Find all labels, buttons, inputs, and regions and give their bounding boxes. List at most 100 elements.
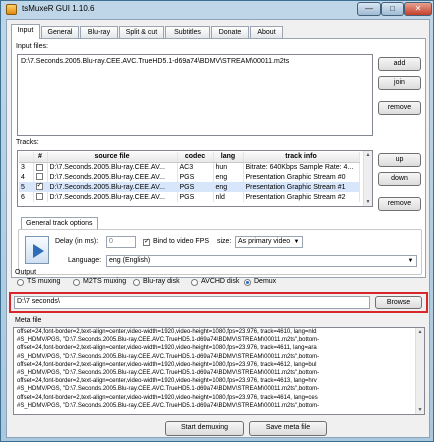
track-codec: AC3	[177, 162, 214, 172]
app-window: tsMuxeR GUI 1.10.6 — □ ✕ Input General B…	[0, 0, 434, 442]
row-number: 5	[19, 182, 34, 192]
output-path-input[interactable]: D:\7 seconds\	[14, 296, 370, 309]
radio-ts-muxing-label[interactable]: TS muxing	[27, 278, 60, 285]
meta-line: offset=24,font-border=2,text-align=cente…	[17, 361, 317, 368]
main-panel: Input General Blu-ray Split & cut Subtit…	[6, 19, 430, 438]
track-info: Bitrate: 640Kbps Sample Rate: 4...	[243, 162, 360, 172]
radio-m2ts-muxing-label[interactable]: M2TS muxing	[83, 278, 126, 285]
language-select[interactable]: eng (English) ▼	[106, 255, 417, 267]
track-codec: PGS	[177, 192, 214, 202]
track-up-button[interactable]: up	[378, 153, 421, 167]
tracks-table[interactable]: # source file codec lang track info 3 D:…	[17, 150, 373, 207]
bind-fps-checkbox[interactable]	[143, 237, 150, 246]
track-checkbox-cell[interactable]	[33, 162, 48, 172]
table-row[interactable]: 4 D:\7.Seconds.2005.Blu-ray.CEE.AV... PG…	[19, 172, 360, 182]
track-source: D:\7.Seconds.2005.Blu-ray.CEE.AV...	[47, 182, 178, 192]
meta-line: offset=24,font-border=2,text-align=cente…	[17, 345, 317, 352]
tab-input[interactable]: Input	[11, 24, 40, 39]
track-checkbox[interactable]	[35, 163, 43, 171]
radio-demux-label[interactable]: Demux	[254, 278, 276, 285]
tab-blu-ray[interactable]: Blu-ray	[80, 26, 118, 38]
remove-file-button[interactable]: remove	[378, 101, 421, 115]
meta-file-label: Meta file	[15, 317, 42, 324]
title-bar[interactable]: tsMuxeR GUI 1.10.6 — □ ✕	[1, 1, 433, 18]
track-info: Presentation Graphic Stream #2	[243, 192, 360, 202]
join-file-button[interactable]: join	[378, 76, 421, 90]
delay-label: Delay (in ms):	[55, 238, 99, 245]
scroll-up-arrow-icon[interactable]: ▲	[416, 328, 424, 336]
track-down-button[interactable]: down	[378, 172, 421, 186]
track-checkbox-checked[interactable]	[35, 182, 43, 191]
chevron-down-icon: ▼	[407, 258, 414, 264]
tracks-header-row: # source file codec lang track info	[19, 152, 360, 163]
track-checkbox[interactable]	[35, 193, 43, 201]
tab-subtitles[interactable]: Subtitles	[165, 26, 210, 38]
meta-line: #S_HDMV/PGS, "D:\7.Seconds.2005.Blu-ray.…	[17, 353, 320, 360]
delay-input[interactable]: 0	[106, 236, 136, 248]
track-source: D:\7.Seconds.2005.Blu-ray.CEE.AV...	[47, 192, 178, 202]
track-checkbox-cell[interactable]	[33, 192, 48, 202]
scroll-up-arrow-icon[interactable]: ▲	[364, 151, 372, 159]
track-checkbox[interactable]	[35, 173, 43, 181]
track-info: Presentation Graphic Stream #0	[243, 172, 360, 182]
close-button[interactable]: ✕	[404, 2, 432, 16]
size-label: size:	[217, 238, 232, 245]
app-logo-icon	[6, 4, 17, 15]
track-source: D:\7.Seconds.2005.Blu-ray.CEE.AV...	[47, 162, 178, 172]
tracks-label: Tracks:	[16, 139, 39, 146]
size-select[interactable]: As primary video ▼	[235, 236, 303, 248]
col-header-index	[19, 152, 34, 163]
save-meta-file-button[interactable]: Save meta file	[249, 421, 327, 436]
col-header-codec[interactable]: codec	[177, 152, 214, 163]
meta-file-textarea[interactable]: offset=24,font-border=2,text-align=cente…	[13, 327, 425, 415]
col-header-lang[interactable]: lang	[213, 152, 244, 163]
table-row-selected[interactable]: 5 D:\7.Seconds.2005.Blu-ray.CEE.AV... PG…	[19, 182, 360, 192]
col-header-number: #	[33, 152, 48, 163]
radio-blu-ray-disk[interactable]	[133, 279, 140, 286]
radio-avchd-disk-label[interactable]: AVCHD disk	[201, 278, 239, 285]
col-header-source-file[interactable]: source file	[47, 152, 178, 163]
table-row[interactable]: 6 D:\7.Seconds.2005.Blu-ray.CEE.AV... PG…	[19, 192, 360, 202]
track-codec: PGS	[177, 172, 214, 182]
meta-line: offset=24,font-border=2,text-align=cente…	[17, 394, 318, 401]
meta-scrollbar[interactable]: ▲ ▼	[415, 328, 424, 414]
start-demuxing-button[interactable]: Start demuxing	[165, 421, 244, 436]
browse-button[interactable]: Browse	[375, 296, 422, 309]
video-track-icon	[25, 236, 49, 264]
input-files-list[interactable]: D:\7.Seconds.2005.Blu-ray.CEE.AVC.TrueHD…	[17, 54, 373, 136]
input-files-label: Input files:	[16, 43, 48, 50]
meta-line: #S_HDMV/PGS, "D:\7.Seconds.2005.Blu-ray.…	[17, 337, 320, 344]
tracks-scrollbar[interactable]: ▲ ▼	[363, 151, 372, 206]
row-number: 4	[19, 172, 34, 182]
scroll-down-arrow-icon[interactable]: ▼	[416, 406, 424, 414]
radio-avchd-disk[interactable]	[191, 279, 198, 286]
radio-m2ts-muxing[interactable]	[73, 279, 80, 286]
add-file-button[interactable]: add	[378, 57, 421, 71]
language-select-value: eng (English)	[109, 257, 151, 264]
track-lang: hun	[213, 162, 244, 172]
track-lang: eng	[213, 172, 244, 182]
scroll-down-arrow-icon[interactable]: ▼	[364, 198, 372, 206]
track-checkbox-cell[interactable]	[33, 182, 48, 192]
track-lang: nld	[213, 192, 244, 202]
minimize-button[interactable]: —	[357, 2, 381, 16]
tab-split-cut[interactable]: Split & cut	[119, 26, 164, 38]
track-info: Presentation Graphic Stream #1	[243, 182, 360, 192]
maximize-button[interactable]: □	[381, 2, 404, 16]
col-header-track-info[interactable]: track info	[243, 152, 360, 163]
input-file-item[interactable]: D:\7.Seconds.2005.Blu-ray.CEE.AVC.TrueHD…	[21, 58, 289, 65]
bind-fps-label: Bind to video FPS	[153, 238, 210, 245]
radio-ts-muxing[interactable]	[17, 279, 24, 286]
radio-blu-ray-disk-label[interactable]: Blu-ray disk	[143, 278, 180, 285]
tab-general-track-options[interactable]: General track options	[21, 217, 98, 229]
radio-demux[interactable]	[244, 279, 251, 286]
table-row[interactable]: 3 D:\7.Seconds.2005.Blu-ray.CEE.AV... AC…	[19, 162, 360, 172]
meta-line: offset=24,font-border=2,text-align=cente…	[17, 378, 317, 385]
track-codec: PGS	[177, 182, 214, 192]
tab-about[interactable]: About	[250, 26, 283, 38]
track-remove-button[interactable]: remove	[378, 197, 421, 211]
chevron-down-icon: ▼	[293, 239, 300, 245]
tab-donate[interactable]: Donate	[211, 26, 249, 38]
track-checkbox-cell[interactable]	[33, 172, 48, 182]
tab-general[interactable]: General	[41, 26, 79, 38]
